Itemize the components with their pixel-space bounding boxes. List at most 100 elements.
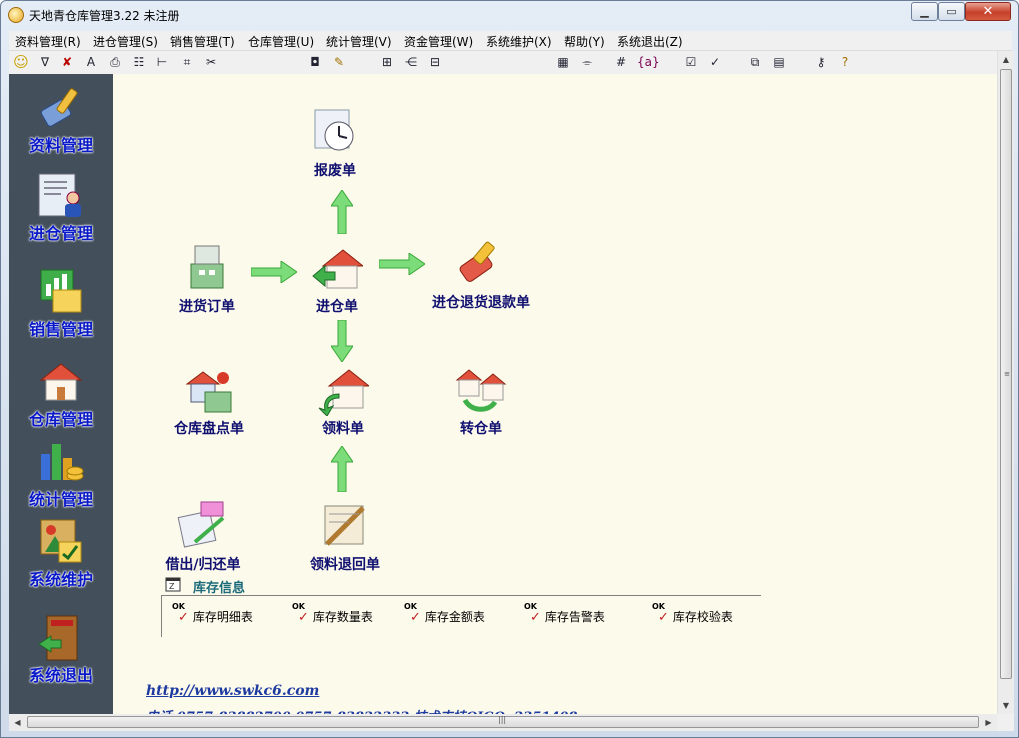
layout-icon[interactable]: ⊟ (427, 54, 443, 70)
sidebar-item-data-management[interactable]: 资料管理 (9, 84, 113, 156)
minimize-icon: ▁ (920, 5, 929, 18)
flow-inventory-check[interactable]: 仓库盘点单 (174, 364, 244, 438)
sales-chart-icon (40, 269, 82, 313)
toolbar: ☺ ∇ ✘ A ⎙ ☷ ⊢ ⌗ ✂ ◘ ✎ ⊞ ⋲ ⊟ ▦ ⌯ # {a} ☑ … (9, 51, 997, 74)
edit-pencil-icon[interactable]: ✎ (331, 54, 347, 70)
flow-label: 领料单 (322, 421, 364, 437)
pen-icon[interactable]: ∇ (37, 54, 53, 70)
network-icon[interactable]: ⊞ (379, 54, 395, 70)
warehouse-out-icon (318, 369, 369, 416)
spell-check-icon[interactable]: A (83, 54, 99, 70)
hash-doc-icon[interactable]: # (613, 54, 629, 70)
arrow-up-icon (331, 190, 353, 234)
vertical-scroll-thumb[interactable]: ≡ (1000, 69, 1012, 679)
filter-icon[interactable]: ⌯ (579, 54, 595, 70)
sidebar-item-warehouse[interactable]: 仓库管理 (9, 358, 113, 430)
checkmark-icon: ✓ (298, 610, 309, 625)
link-stock-alert[interactable]: OK ✓ 库存告警表 (524, 602, 605, 625)
delete-doc-icon[interactable]: ✘ (59, 54, 75, 70)
app-window: 天地青仓库管理3.22 未注册 ▁ ▭ ✕ 资料管理(R) 进仓管理(S) 销售… (0, 0, 1019, 738)
website-link[interactable]: http://www.swkc6.com (146, 683, 319, 699)
ruler-document-icon (324, 505, 365, 546)
calendar-icon[interactable]: ▦ (555, 54, 571, 70)
link-label: 库存告警表 (544, 610, 605, 624)
app-logo-icon (8, 7, 24, 23)
help-icon[interactable]: ? (837, 54, 853, 70)
sidebar-item-exit[interactable]: 系统退出 (9, 614, 113, 686)
link-stock-detail[interactable]: OK ✓ 库存明细表 (172, 602, 253, 625)
link-stock-amount[interactable]: OK ✓ 库存金额表 (404, 602, 485, 625)
ok-badge: OK (404, 602, 417, 611)
menu-data-management[interactable]: 资料管理(R) (15, 33, 81, 50)
sidebar-item-stock-in[interactable]: 进仓管理 (9, 172, 113, 244)
sidebar-item-label: 仓库管理 (28, 410, 93, 429)
contact-info: 电话:0757-83882700 0757-83822333 技术支持QICQ:… (146, 706, 577, 714)
sidebar-item-label: 系统维护 (28, 570, 93, 589)
ok-badge: OK (524, 602, 537, 611)
flow-label: 借出/归还单 (165, 557, 241, 573)
close-button[interactable]: ✕ (965, 2, 1011, 21)
menu-help[interactable]: 帮助(Y) (564, 33, 605, 50)
check-doc-icon[interactable]: ☑ (683, 54, 699, 70)
cash-register-icon (190, 245, 224, 289)
flow-stock-in-return[interactable]: 进仓退货退款单 (432, 238, 530, 312)
scroll-left-icon[interactable]: ◀ (9, 714, 26, 731)
flow-label: 进仓退货退款单 (432, 295, 530, 311)
camera-icon[interactable]: ◘ (307, 54, 323, 70)
flow-borrow-return[interactable]: 借出/归还单 (165, 500, 241, 574)
menu-sales[interactable]: 销售管理(T) (170, 33, 235, 50)
ok-badge: OK (292, 602, 305, 611)
copy-icon[interactable]: ⧉ (747, 54, 763, 70)
stock-info-title: 库存信息 (193, 581, 246, 596)
main-canvas: 报废单 进货订单 进仓单 进仓退货退款单 仓库盘点单 领料单 转仓单 借出/归还… (113, 74, 997, 714)
link-label: 库存校验表 (672, 610, 733, 624)
menu-stock-in[interactable]: 进仓管理(S) (93, 33, 158, 50)
sidebar-item-label: 资料管理 (28, 136, 93, 155)
arrow-down-icon (331, 320, 353, 362)
flow-transfer[interactable]: 转仓单 (455, 364, 507, 438)
maximize-button[interactable]: ▭ (938, 2, 965, 21)
paste-icon[interactable]: ▤ (771, 54, 787, 70)
smiley-icon[interactable]: ☺ (13, 54, 29, 70)
list-icon[interactable]: ☷ (131, 54, 147, 70)
flow-stock-in[interactable]: 进仓单 (311, 242, 363, 316)
tools-icon[interactable]: ✂ (203, 54, 219, 70)
sidebar: 资料管理 进仓管理 销售管理 仓库管理 统计管理 系统维护 系统退出 (9, 74, 113, 714)
link-stock-verify[interactable]: OK ✓ 库存校验表 (652, 602, 733, 625)
printer-icon[interactable]: ⎙ (107, 54, 123, 70)
scroll-down-icon[interactable]: ▼ (998, 697, 1014, 714)
key-icon[interactable]: ⚷ (813, 54, 829, 70)
menu-maintenance[interactable]: 系统维护(X) (486, 33, 552, 50)
link-stock-quantity[interactable]: OK ✓ 库存数量表 (292, 602, 373, 625)
tree-branch-icon[interactable]: ⋲ (403, 54, 419, 70)
tree-icon[interactable]: ⊢ (154, 54, 170, 70)
menu-warehouse[interactable]: 仓库管理(U) (248, 33, 314, 50)
flow-requisition-return[interactable]: 领料退回单 (310, 500, 380, 574)
checkmark-icon: ✓ (658, 610, 669, 625)
sidebar-item-maintenance[interactable]: 系统维护 (9, 518, 113, 590)
minimize-button[interactable]: ▁ (911, 2, 938, 21)
vertical-scrollbar[interactable]: ▲ ≡ ▼ (997, 51, 1014, 714)
horizontal-scrollbar[interactable]: ◀ ||| ▶ (9, 714, 997, 731)
menu-statistics[interactable]: 统计管理(V) (326, 33, 392, 50)
title-bar[interactable]: 天地青仓库管理3.22 未注册 ▁ ▭ ✕ (1, 1, 1018, 30)
warehouse-transfer-icon (455, 369, 507, 412)
menu-exit[interactable]: 系统退出(Z) (617, 33, 683, 50)
menu-funds[interactable]: 资金管理(W) (404, 33, 473, 50)
variable-icon[interactable]: {a} (637, 54, 660, 70)
link-label: 库存数量表 (312, 610, 373, 624)
flow-purchase-order[interactable]: 进货订单 (179, 242, 235, 316)
document-pen-icon (177, 501, 225, 548)
clock-calendar-icon (314, 109, 354, 151)
scroll-up-icon[interactable]: ▲ (998, 51, 1014, 68)
sidebar-item-statistics[interactable]: 统计管理 (9, 438, 113, 510)
flow-scrap[interactable]: 报废单 (309, 106, 361, 180)
checklist-icon[interactable]: ✓ (707, 54, 723, 70)
crop-icon[interactable]: ⌗ (179, 54, 195, 70)
horizontal-scroll-thumb[interactable]: ||| (27, 715, 979, 728)
ok-badge: OK (652, 602, 665, 611)
flow-requisition[interactable]: 领料单 (317, 364, 369, 438)
arrow-up-icon (331, 446, 353, 492)
sidebar-item-sales[interactable]: 销售管理 (9, 268, 113, 340)
scroll-right-icon[interactable]: ▶ (980, 714, 997, 731)
